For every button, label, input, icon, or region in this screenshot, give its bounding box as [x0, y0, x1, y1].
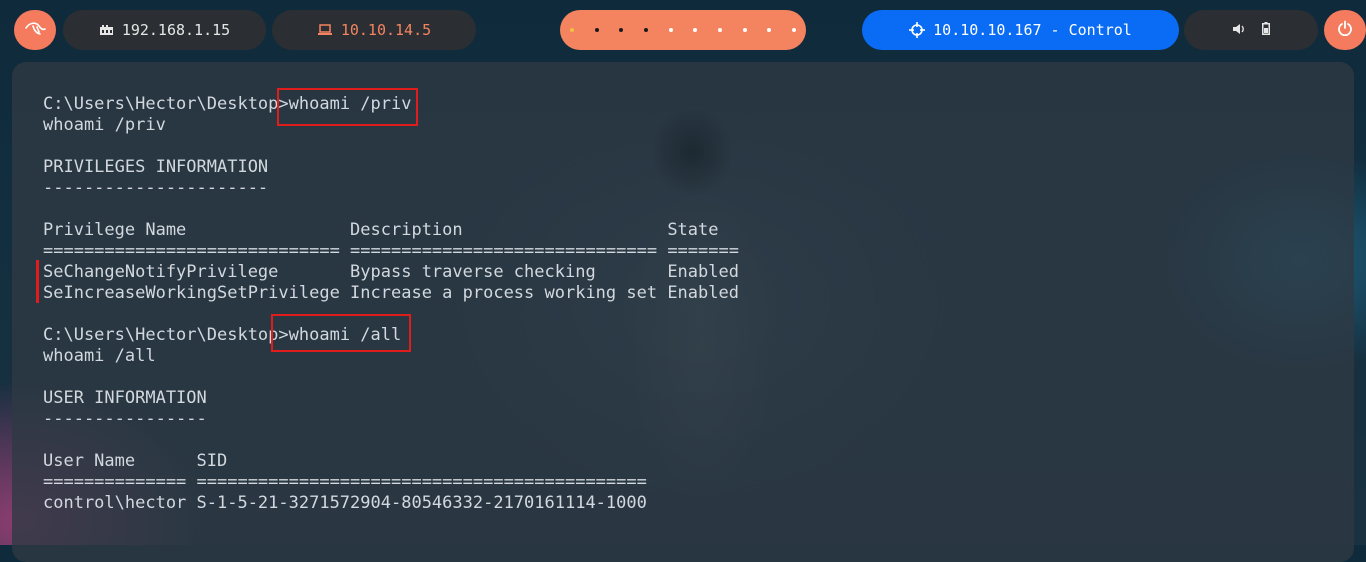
privilege-row: SeIncreaseWorkingSetPrivilege Increase a…	[43, 283, 739, 303]
prompt: C:\Users\Hector\Desktop>	[43, 325, 289, 345]
workspace-1[interactable]	[570, 28, 574, 32]
highlight-marker	[36, 260, 39, 303]
vpn-ip-indicator: 10.10.14.5	[272, 10, 476, 50]
section-underline: ----------------	[43, 409, 207, 429]
launcher-button[interactable]	[14, 10, 56, 50]
crosshair-icon	[909, 22, 926, 38]
volume-icon[interactable]	[1232, 21, 1246, 39]
power-icon	[1337, 20, 1353, 40]
terminal-window[interactable]: C:\Users\Hector\Desktop>whoami /priv who…	[12, 62, 1354, 562]
battery-icon	[1262, 21, 1270, 39]
kali-dragon-icon	[24, 20, 46, 40]
column-headers: Privilege Name Description State	[43, 220, 719, 240]
terminal-echo: whoami /priv	[43, 115, 166, 135]
section-header: USER INFORMATION	[43, 388, 207, 408]
vpn-ip-text: 10.10.14.5	[340, 21, 432, 39]
workspace-9[interactable]	[767, 28, 772, 32]
workspace-6[interactable]	[693, 28, 698, 32]
column-headers: User Name SID	[43, 451, 228, 471]
workspace-2[interactable]	[594, 28, 599, 32]
local-ip-text: 192.168.1.15	[121, 21, 231, 39]
workspace-10[interactable]	[791, 28, 796, 32]
column-separator: ============== =========================…	[43, 472, 647, 492]
laptop-icon	[317, 24, 333, 36]
user-row: control\hector S-1-5-21-3271572904-80546…	[43, 493, 647, 513]
privilege-row: SeChangeNotifyPrivilege Bypass traverse …	[43, 262, 739, 282]
network-card-icon	[99, 24, 114, 37]
power-button[interactable]	[1324, 10, 1366, 50]
section-underline: ----------------------	[43, 178, 269, 198]
workspace-5[interactable]	[668, 28, 673, 32]
system-tray	[1184, 10, 1318, 50]
workspace-switcher[interactable]	[560, 10, 806, 50]
section-header: PRIVILEGES INFORMATION	[43, 157, 269, 177]
target-indicator: 10.10.10.167 - Control	[862, 10, 1179, 50]
target-text: 10.10.10.167 - Control	[933, 21, 1132, 39]
workspace-8[interactable]	[742, 28, 747, 32]
local-ip-indicator: 192.168.1.15	[63, 10, 266, 50]
column-separator: ============================= ==========…	[43, 241, 739, 261]
workspace-4[interactable]	[643, 28, 648, 32]
workspace-7[interactable]	[717, 28, 722, 32]
workspace-3[interactable]	[619, 28, 624, 32]
highlight-box	[271, 314, 411, 352]
highlight-box	[277, 88, 418, 126]
prompt: C:\Users\Hector\Desktop>	[43, 94, 289, 114]
terminal-echo: whoami /all	[43, 346, 156, 366]
